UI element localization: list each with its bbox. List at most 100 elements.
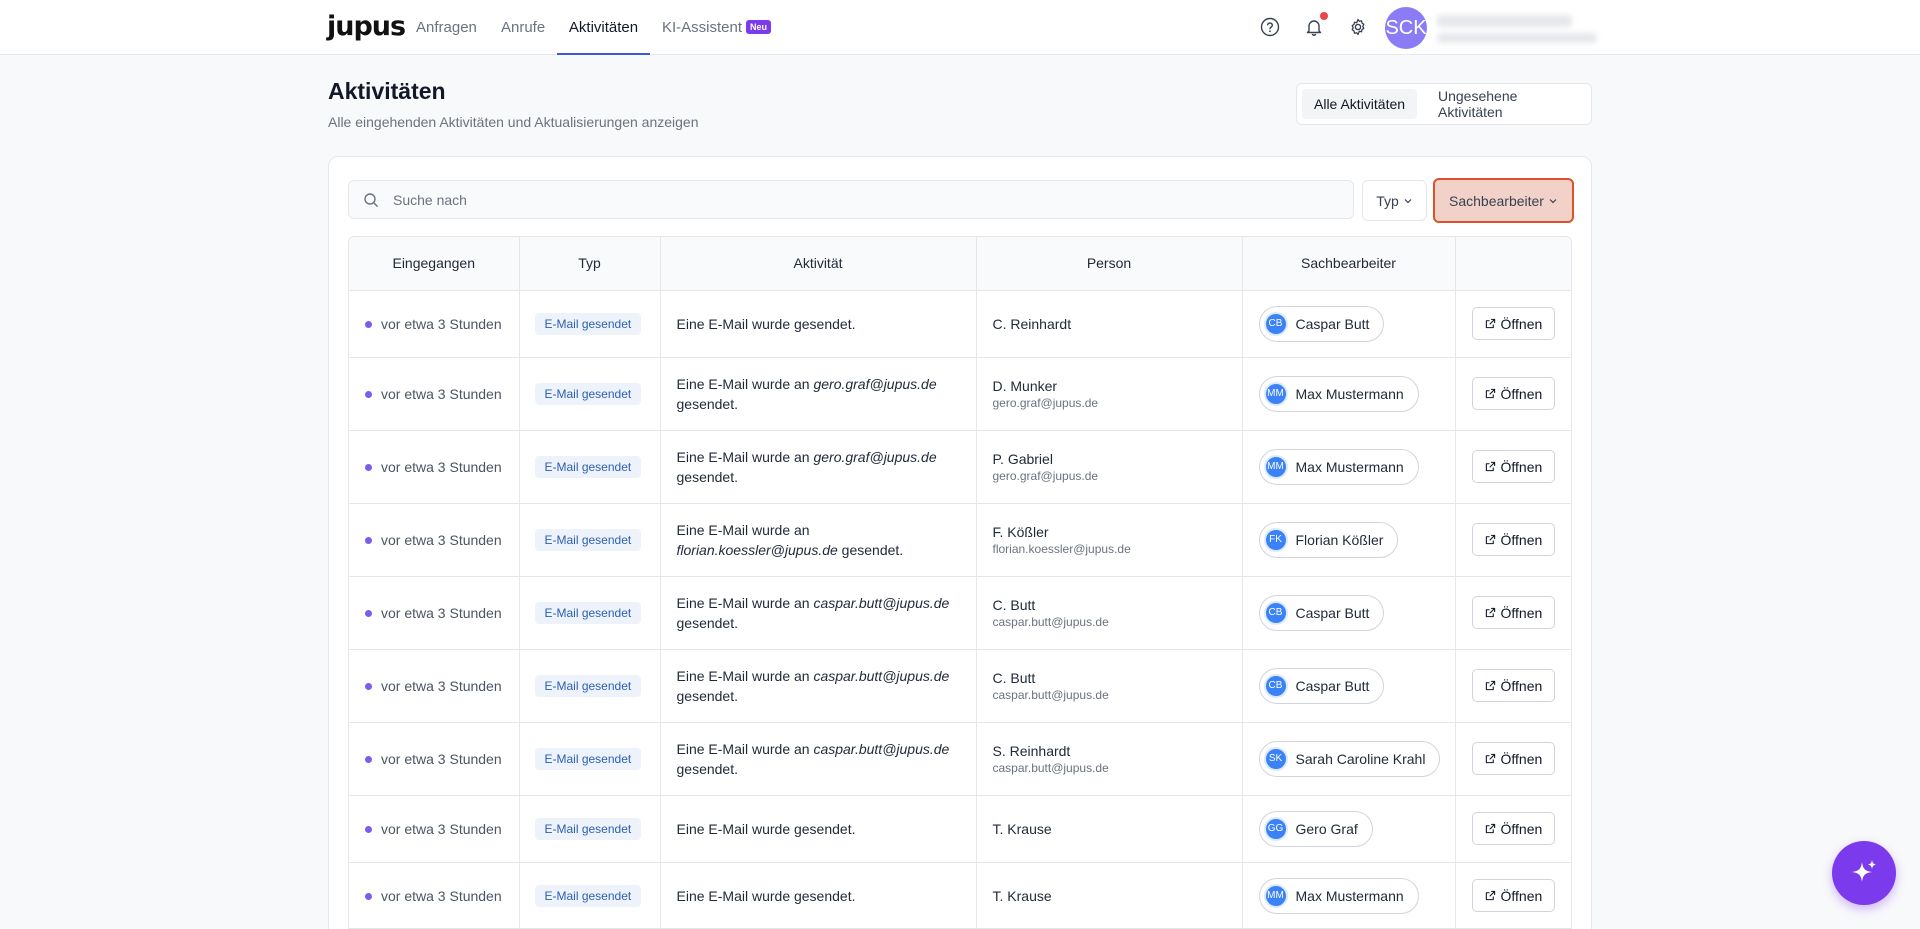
search-box xyxy=(348,180,1354,219)
table-row[interactable]: vor etwa 3 Stunden E-Mail gesendet Eine … xyxy=(349,795,1571,863)
agent-pill[interactable]: GG Gero Graf xyxy=(1258,810,1373,847)
agent-pill[interactable]: MM Max Mustermann xyxy=(1258,877,1419,914)
nav-item-label: KI-Assistent xyxy=(662,19,743,36)
open-button-label: Öffnen xyxy=(1500,385,1543,402)
table-row[interactable]: vor etwa 3 Stunden E-Mail gesendet Eine … xyxy=(349,576,1571,650)
ai-assistant-button[interactable] xyxy=(1832,841,1896,905)
activity-text-end: gesendet. xyxy=(676,468,739,485)
agent-filter-button[interactable]: Sachbearbeiter xyxy=(1433,178,1574,223)
tab-alle-aktivitaeten[interactable]: Alle Aktivitäten xyxy=(1302,89,1418,119)
agent-filter-label: Sachbearbeiter xyxy=(1449,192,1544,209)
activity-cell: Eine E-Mail wurde gesendet. xyxy=(660,795,977,863)
activity-text: Eine E-Mail wurde an xyxy=(676,667,814,684)
column-header-person[interactable]: Person xyxy=(976,237,1243,291)
agent-pill[interactable]: MM Max Mustermann xyxy=(1258,448,1419,485)
received-cell: vor etwa 3 Stunden xyxy=(349,357,520,431)
tab-ungesehene-aktivitaeten[interactable]: Ungesehene Aktivitäten xyxy=(1426,88,1591,120)
activity-cell: Eine E-Mail wurde an florian.koessler@ju… xyxy=(660,503,977,577)
external-link-icon xyxy=(1485,680,1495,691)
activities-table: Eingegangen Typ Aktivität Person Sachbea… xyxy=(348,236,1572,929)
open-button[interactable]: Öffnen xyxy=(1471,812,1556,845)
table-row[interactable]: vor etwa 3 Stunden E-Mail gesendet Eine … xyxy=(349,649,1571,723)
agent-pill[interactable]: MM Max Mustermann xyxy=(1258,375,1419,412)
activity-text-end: gesendet. xyxy=(676,760,739,777)
agent-name: Caspar Butt xyxy=(1295,315,1370,332)
agent-pill[interactable]: CB Caspar Butt xyxy=(1258,594,1385,631)
column-header-eingegangen[interactable]: Eingegangen xyxy=(349,237,520,291)
open-button[interactable]: Öffnen xyxy=(1471,377,1556,410)
person-name: P. Gabriel xyxy=(992,450,1053,467)
search-input[interactable] xyxy=(393,191,1293,208)
agent-pill[interactable]: FK Florian Kößler xyxy=(1258,521,1399,558)
person-name: C. Butt xyxy=(992,596,1036,613)
gear-icon[interactable] xyxy=(1345,14,1371,40)
nav-item-aktivitaeten[interactable]: Aktivitäten xyxy=(557,19,650,55)
type-cell: E-Mail gesendet xyxy=(519,290,661,358)
person-email: caspar.butt@jupus.de xyxy=(992,760,1109,775)
open-button[interactable]: Öffnen xyxy=(1471,742,1556,775)
open-button[interactable]: Öffnen xyxy=(1471,307,1556,340)
nav-item-ki-assistent[interactable]: KI-Assistent Neu xyxy=(662,19,772,55)
unread-dot xyxy=(365,825,372,833)
actions-cell: Öffnen xyxy=(1455,576,1571,650)
open-button[interactable]: Öffnen xyxy=(1471,450,1556,483)
activity-text: Eine E-Mail wurde an xyxy=(676,740,814,757)
actions-cell: Öffnen xyxy=(1455,503,1571,577)
activity-email: florian.koessler@jupus.de xyxy=(676,541,838,558)
external-link-icon xyxy=(1485,318,1495,329)
type-badge: E-Mail gesendet xyxy=(534,747,642,770)
open-button[interactable]: Öffnen xyxy=(1471,523,1556,556)
person-email: caspar.butt@jupus.de xyxy=(992,687,1109,702)
type-badge: E-Mail gesendet xyxy=(534,601,642,624)
activity-email: gero.graf@jupus.de xyxy=(813,375,937,392)
page-subtitle: Alle eingehenden Aktivitäten und Aktuali… xyxy=(328,114,699,130)
received-cell: vor etwa 3 Stunden xyxy=(349,722,520,796)
column-header-typ[interactable]: Typ xyxy=(519,237,661,291)
person-email: gero.graf@jupus.de xyxy=(992,395,1099,410)
activity-email: caspar.butt@jupus.de xyxy=(813,667,950,684)
app-logo[interactable]: jupus xyxy=(327,11,406,42)
nav-item-anfragen[interactable]: Anfragen xyxy=(416,19,477,55)
agent-pill[interactable]: CB Caspar Butt xyxy=(1258,305,1385,342)
open-button-label: Öffnen xyxy=(1500,750,1543,767)
open-button[interactable]: Öffnen xyxy=(1471,669,1556,702)
table-row[interactable]: vor etwa 3 Stunden E-Mail gesendet Eine … xyxy=(349,357,1571,431)
nav-item-anrufe[interactable]: Anrufe xyxy=(501,19,545,55)
top-navigation: jupus Anfragen Anrufe Aktivitäten KI-Ass… xyxy=(0,0,1920,55)
user-avatar[interactable]: SCK xyxy=(1385,7,1427,49)
activity-cell: Eine E-Mail wurde an gero.graf@jupus.de … xyxy=(660,430,977,504)
agent-pill[interactable]: CB Caspar Butt xyxy=(1258,667,1385,704)
received-time: vor etwa 3 Stunden xyxy=(381,315,502,332)
table-row[interactable]: vor etwa 3 Stunden E-Mail gesendet Eine … xyxy=(349,290,1571,358)
unread-dot xyxy=(365,892,372,900)
received-time: vor etwa 3 Stunden xyxy=(381,677,502,694)
open-button[interactable]: Öffnen xyxy=(1471,596,1556,629)
type-filter-button[interactable]: Typ xyxy=(1362,180,1427,221)
user-name-blurred xyxy=(1437,15,1572,27)
activity-text: Eine E-Mail wurde an xyxy=(676,375,814,392)
table-header-row: Eingegangen Typ Aktivität Person Sachbea… xyxy=(349,237,1571,291)
received-cell: vor etwa 3 Stunden xyxy=(349,290,520,358)
person-cell: T. Krause xyxy=(976,795,1243,863)
actions-cell: Öffnen xyxy=(1455,290,1571,358)
agent-pill[interactable]: SK Sarah Caroline Krahl xyxy=(1258,740,1441,777)
table-row[interactable]: vor etwa 3 Stunden E-Mail gesendet Eine … xyxy=(349,722,1571,796)
new-badge: Neu xyxy=(746,20,772,34)
open-button[interactable]: Öffnen xyxy=(1471,879,1556,912)
table-row[interactable]: vor etwa 3 Stunden E-Mail gesendet Eine … xyxy=(349,862,1571,928)
agent-avatar: MM xyxy=(1263,381,1288,406)
column-header-sachbearbeiter[interactable]: Sachbearbeiter xyxy=(1242,237,1456,291)
help-circle-icon[interactable] xyxy=(1257,14,1283,40)
agent-cell: MM Max Mustermann xyxy=(1242,430,1456,504)
table-row[interactable]: vor etwa 3 Stunden E-Mail gesendet Eine … xyxy=(349,430,1571,504)
type-cell: E-Mail gesendet xyxy=(519,357,661,431)
activity-text: Eine E-Mail wurde gesendet. xyxy=(676,315,856,332)
open-button-label: Öffnen xyxy=(1500,458,1543,475)
received-cell: vor etwa 3 Stunden xyxy=(349,430,520,504)
open-button-label: Öffnen xyxy=(1500,315,1543,332)
type-cell: E-Mail gesendet xyxy=(519,862,661,928)
received-time: vor etwa 3 Stunden xyxy=(381,750,502,767)
open-button-label: Öffnen xyxy=(1500,531,1543,548)
column-header-aktivitaet[interactable]: Aktivität xyxy=(660,237,977,291)
table-row[interactable]: vor etwa 3 Stunden E-Mail gesendet Eine … xyxy=(349,503,1571,577)
